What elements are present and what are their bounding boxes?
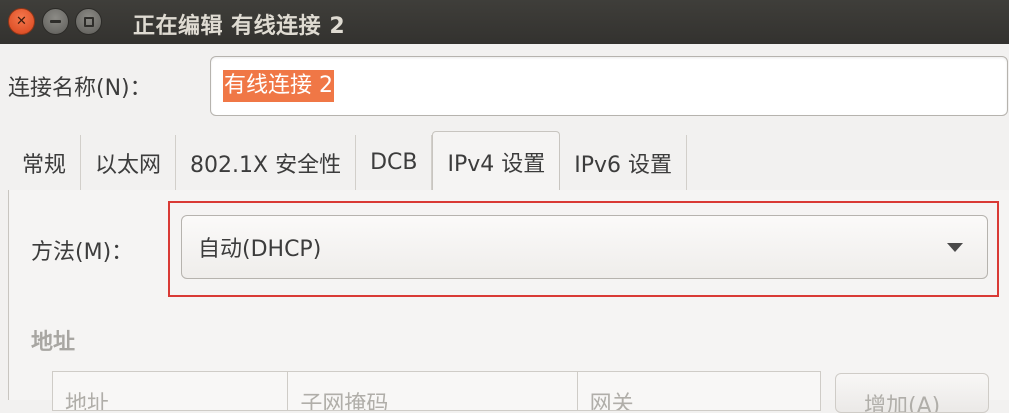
tab-ethernet[interactable]: 以太网 (81, 135, 177, 191)
address-table: 地址 子网掩码 网关 (52, 371, 821, 411)
connection-name-label: 连接名称(N)： (8, 76, 152, 101)
tab-general[interactable]: 常规 (8, 135, 82, 191)
tab-ipv4-settings[interactable]: IPv4 设置 (432, 131, 561, 191)
close-icon[interactable]: ✕ (8, 8, 35, 35)
tab-ipv6-settings[interactable]: IPv6 设置 (560, 135, 688, 191)
method-dropdown[interactable]: 自动(DHCP) (181, 215, 988, 279)
connection-name-value: 有线连接 2 (223, 70, 334, 102)
connection-name-input[interactable]: 有线连接 2 (210, 56, 1008, 116)
maximize-icon[interactable] (75, 8, 102, 35)
add-address-button[interactable]: 增加(A) (835, 373, 989, 413)
dropdown-arrow-icon (947, 243, 963, 252)
title-bar: ✕ 正在编辑 有线连接 2 (0, 0, 1009, 44)
tab-dcb[interactable]: DCB (356, 135, 433, 191)
column-header-address[interactable]: 地址 (53, 372, 289, 410)
column-header-gateway[interactable]: 网关 (578, 372, 820, 410)
tab-8021x-security[interactable]: 802.1X 安全性 (176, 135, 357, 191)
settings-tabs: 常规 以太网 802.1X 安全性 DCB IPv4 设置 IPv6 设置 (8, 131, 688, 191)
minimize-icon[interactable] (42, 8, 69, 35)
window-title: 正在编辑 有线连接 2 (133, 14, 346, 39)
method-label: 方法(M)： (31, 240, 134, 265)
method-dropdown-value: 自动(DHCP) (198, 237, 322, 262)
column-header-netmask[interactable]: 子网掩码 (288, 372, 578, 410)
address-section-label: 地址 (31, 330, 76, 355)
